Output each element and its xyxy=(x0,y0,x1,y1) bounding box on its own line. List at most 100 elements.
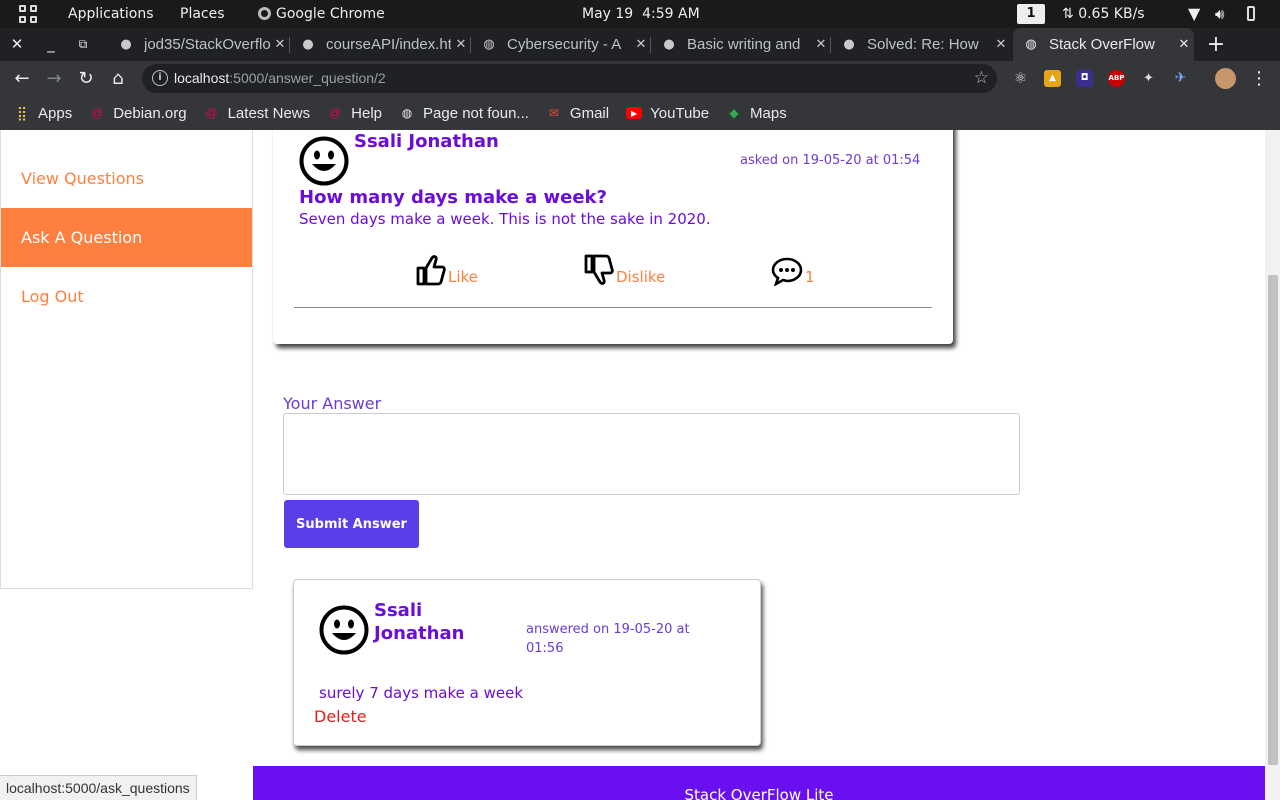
extension-paw-icon[interactable]: ✦ xyxy=(1140,70,1157,87)
sidebar-item-view-questions[interactable]: View Questions xyxy=(1,149,252,208)
question-body: Seven days make a week. This is not the … xyxy=(299,210,711,228)
clock[interactable]: May 19 4:59 AM xyxy=(582,0,700,28)
react-devtools-icon[interactable]: ⚛ xyxy=(1012,70,1029,87)
address-bar[interactable]: i localhost:5000/answer_question/2 ☆ xyxy=(142,64,997,93)
page-scrollbar[interactable] xyxy=(1265,130,1280,800)
comments-button[interactable]: 1 xyxy=(771,250,815,286)
question-divider xyxy=(294,307,932,308)
applications-menu[interactable]: Applications xyxy=(68,0,154,28)
tab-0[interactable]: ● jod35/StackOverflow ✕ xyxy=(108,28,290,61)
question-card: Ssali Jonathan asked on 19-05-20 at 01:5… xyxy=(273,130,953,344)
globe-icon: ◍ xyxy=(401,106,413,120)
avatar-smiley-icon xyxy=(319,605,369,655)
like-label: Like xyxy=(448,268,478,286)
link-status-bubble: localhost:5000/ask_questions xyxy=(0,775,197,800)
answer-date-line2: 01:56 xyxy=(526,641,564,656)
avatar-smiley-icon xyxy=(299,136,349,186)
volume-icon[interactable]: 🔊︎ xyxy=(1215,0,1224,28)
debian-icon: @ xyxy=(205,106,218,120)
tab-close-icon[interactable]: ✕ xyxy=(451,37,471,52)
dislike-label: Dislike xyxy=(616,268,666,286)
comment-count: 1 xyxy=(805,268,815,286)
tab-title: Basic writing and xyxy=(687,36,801,53)
browser-toolbar: ← → ↻ ⌂ i localhost:5000/answer_question… xyxy=(0,61,1280,96)
bookmark-help[interactable]: @ Help xyxy=(327,105,382,122)
extension-warning-icon[interactable]: ▲ xyxy=(1044,70,1061,87)
delete-answer-link[interactable]: Delete xyxy=(314,707,367,726)
apps-grid-icon: ⣿ xyxy=(16,104,28,121)
url-path: :5000/answer_question/2 xyxy=(229,70,386,86)
bookmark-maps[interactable]: ◆ Maps xyxy=(726,104,787,122)
places-menu[interactable]: Places xyxy=(180,0,225,28)
forward-arrow-icon[interactable]: → xyxy=(40,61,68,96)
maps-icon: ◆ xyxy=(729,106,739,120)
reload-icon[interactable]: ↻ xyxy=(72,61,100,96)
answer-author-last: Jonathan xyxy=(374,623,465,644)
bookmark-label: Latest News xyxy=(227,104,311,122)
clock-date: May 19 xyxy=(582,6,634,22)
chrome-menu-icon[interactable]: ⋮ xyxy=(1245,61,1273,96)
back-arrow-icon[interactable]: ← xyxy=(8,61,36,96)
question-author: Ssali Jonathan xyxy=(354,131,499,152)
home-icon[interactable]: ⌂ xyxy=(104,61,132,96)
tab-4[interactable]: ● Solved: Re: How ✕ xyxy=(831,28,1011,61)
site-footer: Stack OverFlow Lite xyxy=(253,766,1265,800)
dislike-button[interactable]: Dislike xyxy=(584,250,665,286)
submit-answer-button[interactable]: Submit Answer xyxy=(284,500,419,548)
github-icon: ● xyxy=(302,37,314,52)
adblock-icon[interactable]: ABP xyxy=(1108,70,1125,87)
tab-1[interactable]: ● courseAPI/index.html ✕ xyxy=(290,28,471,61)
extension-plane-icon[interactable]: ✈ xyxy=(1172,70,1189,87)
bookmark-debian[interactable]: @ Debian.org xyxy=(89,105,186,122)
sidebar: View Questions Ask A Question Log Out xyxy=(0,130,253,589)
activities-grid-icon[interactable] xyxy=(19,5,37,23)
battery-icon[interactable] xyxy=(1247,0,1255,28)
close-window-icon[interactable]: ✕ xyxy=(5,28,29,61)
thumbs-up-icon xyxy=(416,255,446,286)
sidebar-item-log-out[interactable]: Log Out xyxy=(1,267,252,326)
globe-icon: ◍ xyxy=(483,37,495,52)
restore-window-icon[interactable]: ⧉ xyxy=(71,28,95,61)
extension-box-icon[interactable]: ◘ xyxy=(1076,70,1093,87)
bookmark-gmail[interactable]: ✉ Gmail xyxy=(546,105,609,122)
site-info-icon[interactable]: i xyxy=(152,70,168,86)
chrome-icon xyxy=(258,7,271,20)
profile-avatar[interactable] xyxy=(1215,68,1236,89)
github-icon: ● xyxy=(120,37,132,52)
bookmark-youtube[interactable]: ▶ YouTube xyxy=(626,105,709,122)
bookmark-apps[interactable]: ⣿ Apps xyxy=(14,105,72,122)
bookmark-label: Page not foun... xyxy=(423,104,529,122)
globe-icon: ◍ xyxy=(1025,37,1037,52)
wifi-icon[interactable]: ▼ xyxy=(1188,0,1200,28)
url-text[interactable]: localhost:5000/answer_question/2 xyxy=(174,64,386,93)
bookmark-label: YouTube xyxy=(650,104,710,122)
bookmark-star-icon[interactable]: ☆ xyxy=(974,64,989,93)
tab-close-icon[interactable]: ✕ xyxy=(1174,37,1194,52)
tab-close-icon[interactable]: ✕ xyxy=(811,37,831,52)
tab-2[interactable]: ◍ Cybersecurity - A ✕ xyxy=(471,28,651,61)
updown-arrows-icon: ⇅ xyxy=(1062,6,1074,22)
github-icon: ● xyxy=(843,37,855,52)
answer-body: surely 7 days make a week xyxy=(319,684,524,702)
active-app-menu[interactable]: Google Chrome xyxy=(258,0,385,28)
new-tab-button[interactable]: + xyxy=(1205,28,1227,61)
clock-time: 4:59 AM xyxy=(642,6,700,22)
answer-textarea[interactable] xyxy=(283,413,1020,495)
like-button[interactable]: Like xyxy=(416,250,478,286)
sidebar-item-ask-question[interactable]: Ask A Question xyxy=(1,208,252,267)
thumbs-down-icon xyxy=(584,254,614,285)
minimize-window-icon[interactable]: _ xyxy=(39,28,63,61)
tab-5-active[interactable]: ◍ Stack OverFlow ✕ xyxy=(1013,28,1194,61)
bookmark-latest-news[interactable]: @ Latest News xyxy=(204,105,311,122)
tab-3[interactable]: ● Basic writing and ✕ xyxy=(651,28,831,61)
question-title: How many days make a week? xyxy=(299,187,607,208)
scrollbar-thumb[interactable] xyxy=(1268,275,1278,765)
url-host: localhost xyxy=(174,70,230,86)
workspace-indicator[interactable]: 1 xyxy=(1017,4,1045,24)
bookmark-label: Maps xyxy=(750,104,787,122)
tab-close-icon[interactable]: ✕ xyxy=(991,37,1011,52)
github-icon: ● xyxy=(663,37,675,52)
bookmark-page-not-found[interactable]: ◍ Page not foun... xyxy=(399,105,529,122)
tab-close-icon[interactable]: ✕ xyxy=(631,37,651,52)
tab-close-icon[interactable]: ✕ xyxy=(270,37,290,52)
